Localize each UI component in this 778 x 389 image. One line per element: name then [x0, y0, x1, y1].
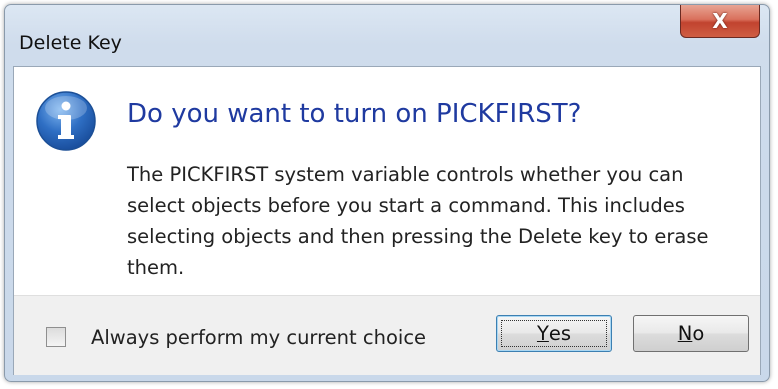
always-perform-checkbox[interactable]	[46, 327, 66, 347]
dialog-window: Delete Key X Do you want to turn on PICK…	[4, 4, 770, 382]
close-icon: X	[712, 9, 728, 33]
focus-rectangle	[501, 320, 607, 347]
info-icon	[36, 91, 96, 151]
no-label-rest: o	[692, 322, 705, 345]
window-title: Delete Key	[19, 32, 122, 54]
dialog-footer: Always perform my current choice Yes No	[14, 295, 760, 375]
no-button[interactable]: No	[633, 315, 749, 352]
message-heading: Do you want to turn on PICKFIRST?	[127, 99, 582, 129]
dialog-content: Do you want to turn on PICKFIRST? The PI…	[13, 66, 761, 375]
message-body: The PICKFIRST system variable controls w…	[127, 163, 709, 279]
checkbox-label[interactable]: Always perform my current choice	[91, 325, 426, 351]
close-button[interactable]: X	[680, 5, 760, 38]
yes-button[interactable]: Yes	[496, 315, 612, 352]
no-mnemonic: N	[677, 322, 693, 345]
